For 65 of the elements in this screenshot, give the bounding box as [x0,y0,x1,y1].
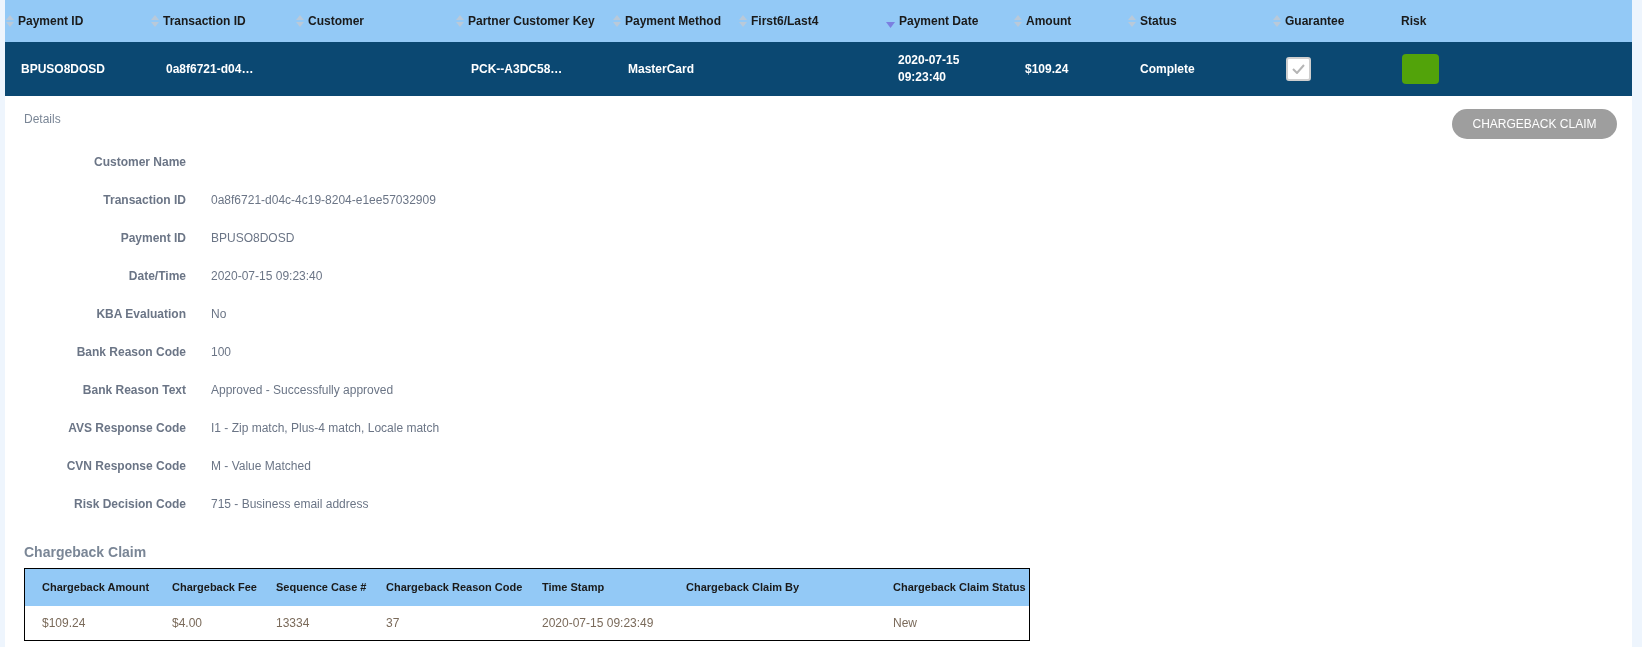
column-header[interactable]: Payment Method [613,12,721,30]
sort-icon [296,15,304,27]
table-cell: 0a8f6721-d04… [166,62,254,76]
sort-icon [151,15,159,27]
column-header: Chargeback Fee [172,580,258,596]
table-cell-text: 2020-07-15 [898,52,961,69]
column-header: Chargeback Claim Status [893,580,1027,596]
column-header: Sequence Case # [276,580,368,596]
field-label: AVS Response Code [68,420,186,435]
sort-icon [1128,15,1136,27]
checkbox[interactable] [1286,57,1311,81]
table-cell: $109.24 [1025,62,1069,76]
field-label: Bank Reason Text [82,382,186,397]
table-cell: $109.24 [42,616,86,630]
field-value: I1 - Zip match, Plus-4 match, Locale match [211,419,440,437]
table-cell: Complete [1140,62,1195,76]
column-header[interactable]: Risk [1401,12,1427,30]
table-cell: 13334 [276,616,310,630]
field-value: BPUSO8DOSD [211,229,295,247]
column-header: Chargeback Reason Code [386,580,524,596]
field-value: 0a8f6721-d04c-4c19-8204-e1ee57032909 [211,191,436,209]
column-header[interactable]: Payment Date [886,12,979,30]
column-header[interactable]: Payment ID [6,12,84,30]
column-header: Chargeback Claim By [686,580,801,596]
table-cell: 2020-07-15 09:23:49 [542,616,654,630]
field-label: Customer Name [93,154,186,169]
column-header[interactable]: Status [1128,12,1177,30]
field-value: No [211,305,227,323]
sort-icon [1273,15,1281,27]
field-label: KBA Evaluation [96,306,186,321]
sort-icon [456,15,464,27]
column-header: Chargeback Amount [42,580,151,596]
checkmark-icon [1292,64,1305,74]
table-cell: BPUSO8DOSD [21,62,106,76]
section-title: Chargeback Claim [24,543,148,562]
table-row[interactable]: BPUSO8DOSD 0a8f6721-d04… PCK--A3DC58… MasterCard 2020-07-15 09:23:40 $109.24 Complete [5,42,1632,96]
field-value: 715 - Business email address [211,495,369,513]
column-header[interactable]: Guarantee [1273,12,1345,30]
column-header[interactable]: Partner Customer Key [456,12,595,30]
field-value: 2020-07-15 09:23:40 [211,267,323,285]
sort-descending-icon [886,22,895,28]
field-label: Bank Reason Code [76,344,186,359]
field-value: 100 [211,343,232,361]
column-header[interactable]: Customer [296,12,364,30]
table-cell-text: 09:23:40 [898,69,948,86]
table-cell: $4.00 [172,616,203,630]
sort-icon [613,15,621,27]
table-cell: MasterCard [628,62,695,76]
field-value: M - Value Matched [211,457,311,475]
table-cell: New [893,616,917,630]
sort-icon [739,15,747,27]
section-title: Details [24,111,61,128]
field-label: Date/Time [128,268,186,283]
column-header: Time Stamp [542,580,606,596]
sort-icon [1014,15,1022,27]
field-label: Payment ID [120,230,186,245]
column-header[interactable]: Transaction ID [151,12,246,30]
table-cell: PCK--A3DC58… [471,62,563,76]
field-label: Risk Decision Code [73,496,186,511]
field-label: Transaction ID [103,192,186,207]
field-value: Approved - Successfully approved [211,381,394,399]
field-label: CVN Response Code [66,458,186,473]
column-header[interactable]: Amount [1014,12,1072,30]
column-header[interactable]: First6/Last4 [739,12,819,30]
table-cell: 37 [386,616,400,630]
